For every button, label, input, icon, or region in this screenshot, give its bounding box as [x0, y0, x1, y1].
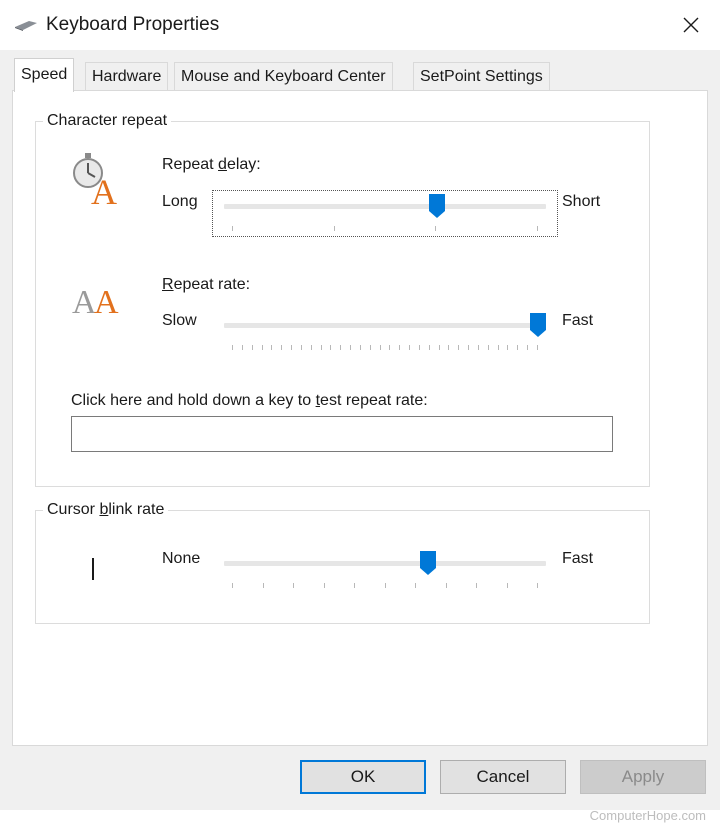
- cursor-blink-rate-ticks: [232, 583, 538, 589]
- slider-tick: [537, 345, 538, 350]
- slider-tick: [360, 345, 361, 350]
- repeat-rate-min-label: Slow: [162, 312, 197, 329]
- slider-tick: [507, 583, 508, 588]
- slider-tick: [380, 345, 381, 350]
- close-button[interactable]: [676, 10, 706, 40]
- slider-tick: [291, 345, 292, 350]
- slider-tick: [419, 345, 420, 350]
- window-title: Keyboard Properties: [46, 14, 220, 35]
- ok-button[interactable]: OK: [300, 760, 426, 794]
- slider-tick: [232, 226, 233, 231]
- slider-tick: [507, 345, 508, 350]
- title-bar: Keyboard Properties: [0, 0, 720, 50]
- slider-tick: [263, 583, 264, 588]
- cursor-blink-rate-thumb[interactable]: [419, 551, 436, 575]
- slider-tick: [301, 345, 302, 350]
- slider-tick: [389, 345, 390, 350]
- repeat-rate-thumb[interactable]: [530, 313, 546, 337]
- slider-tick: [448, 345, 449, 350]
- stopwatch-letter-a-icon: A: [73, 153, 117, 207]
- cancel-button[interactable]: Cancel: [440, 760, 566, 794]
- slider-tick: [334, 226, 335, 231]
- slider-tick: [439, 345, 440, 350]
- slider-tick: [340, 345, 341, 350]
- repeat-rate-ticks: [232, 345, 538, 351]
- slider-tick: [409, 345, 410, 350]
- apply-button[interactable]: Apply: [580, 760, 706, 794]
- slider-tick: [330, 345, 331, 350]
- slider-tick: [350, 345, 351, 350]
- slider-tick: [370, 345, 371, 350]
- tab-hardware[interactable]: Hardware: [85, 62, 169, 90]
- repeat-delay-max-label: Short: [562, 193, 601, 210]
- cursor-blink-rate-group: [35, 510, 650, 624]
- slider-tick: [385, 583, 386, 588]
- slider-tick: [488, 345, 489, 350]
- character-repeat-legend: Character repeat: [43, 112, 172, 130]
- slider-tick: [324, 583, 325, 588]
- slider-tick: [435, 226, 436, 231]
- tab-setpoint-settings[interactable]: SetPoint Settings: [413, 62, 550, 90]
- repeat-delay-thumb[interactable]: [429, 194, 446, 218]
- slider-tick: [446, 583, 447, 588]
- slider-tick: [458, 345, 459, 350]
- text-cursor-icon: [92, 558, 94, 580]
- test-repeat-rate-input[interactable]: [71, 416, 613, 452]
- slider-tick: [232, 345, 233, 350]
- slider-tick: [415, 583, 416, 588]
- double-letter-a-icon: A A: [72, 284, 119, 316]
- slider-tick: [232, 583, 233, 588]
- slider-tick: [321, 345, 322, 350]
- repeat-delay-ticks: [232, 226, 538, 232]
- slider-tick: [399, 345, 400, 350]
- slider-tick: [252, 345, 253, 350]
- cursor-blink-rate-legend: Cursor blink rate: [43, 501, 169, 519]
- repeat-delay-label: Repeat delay:: [162, 156, 261, 173]
- svg-text:A: A: [91, 172, 117, 207]
- tab-speed[interactable]: Speed: [14, 58, 75, 92]
- repeat-delay-slider[interactable]: [224, 204, 546, 209]
- cursor-blink-rate-slider[interactable]: [224, 561, 546, 566]
- repeat-rate-max-label: Fast: [562, 312, 594, 329]
- slider-tick: [281, 345, 282, 350]
- cursor-blink-min-label: None: [162, 550, 201, 567]
- repeat-delay-min-label: Long: [162, 193, 198, 210]
- tab-mouse-and-keyboard-center[interactable]: Mouse and Keyboard Center: [174, 62, 393, 90]
- slider-tick: [517, 345, 518, 350]
- slider-tick: [478, 345, 479, 350]
- slider-tick: [476, 583, 477, 588]
- slider-tick: [242, 345, 243, 350]
- keyboard-icon: [15, 21, 37, 31]
- close-icon: [683, 17, 699, 33]
- slider-tick: [354, 583, 355, 588]
- test-repeat-rate-label: Click here and hold down a key to test r…: [71, 392, 428, 409]
- repeat-rate-slider[interactable]: [224, 323, 546, 328]
- repeat-rate-label: Repeat rate:: [162, 276, 251, 293]
- slider-tick: [527, 345, 528, 350]
- slider-tick: [537, 583, 538, 588]
- cursor-blink-max-label: Fast: [562, 550, 594, 567]
- slider-tick: [311, 345, 312, 350]
- slider-tick: [429, 345, 430, 350]
- slider-tick: [271, 345, 272, 350]
- watermark: ComputerHope.com: [589, 808, 706, 823]
- slider-tick: [498, 345, 499, 350]
- slider-tick: [293, 583, 294, 588]
- svg-text:A: A: [94, 284, 119, 316]
- slider-tick: [537, 226, 538, 231]
- slider-tick: [468, 345, 469, 350]
- slider-tick: [262, 345, 263, 350]
